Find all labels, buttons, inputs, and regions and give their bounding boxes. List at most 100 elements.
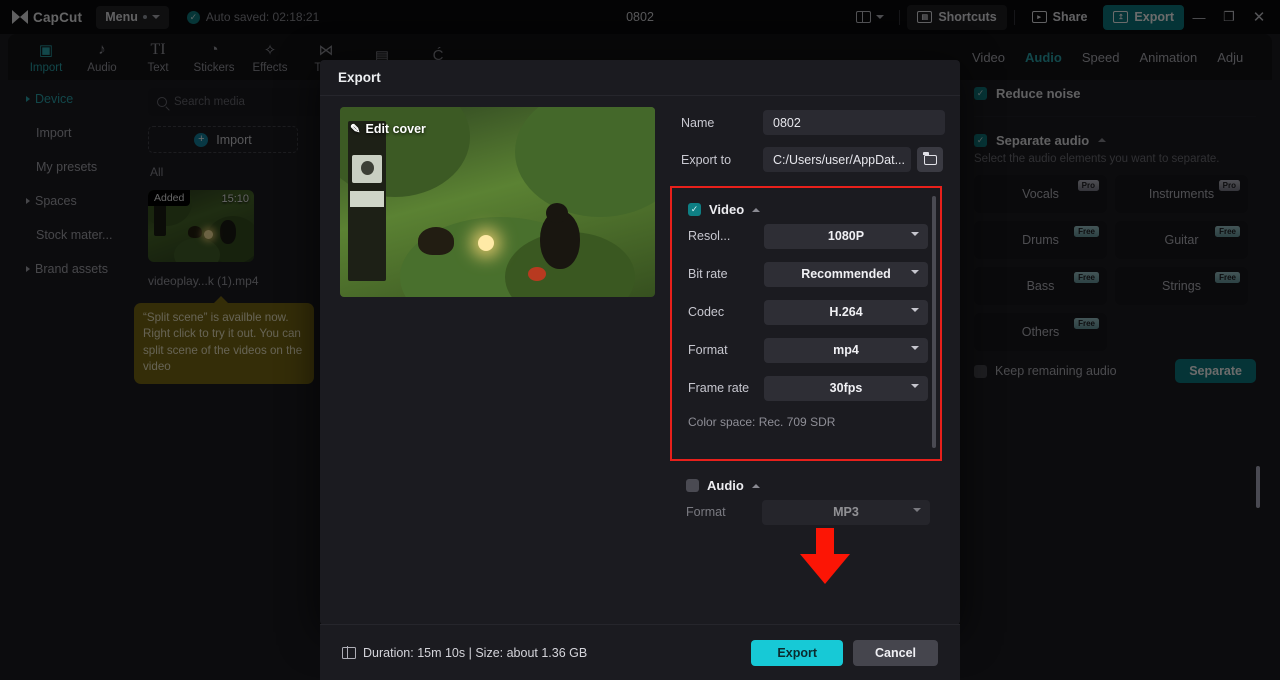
tab-text[interactable]: TI Text: [130, 41, 186, 74]
chip-label: Drums: [1022, 233, 1059, 247]
tab-audio[interactable]: ♪ Audio: [74, 41, 130, 74]
sidebar-item-stock-materials[interactable]: Stock mater...: [16, 220, 130, 250]
sidebar-item-label: My presets: [36, 160, 98, 174]
audio-checkbox[interactable]: [686, 479, 699, 492]
chip-bass[interactable]: Bass Free: [974, 267, 1107, 305]
sidebar-item-brand-assets[interactable]: Brand assets: [16, 254, 130, 284]
chip-others[interactable]: Others Free: [974, 313, 1107, 351]
sidebar-item-device[interactable]: Device: [16, 84, 130, 114]
caret-icon: [26, 198, 30, 204]
confirm-export-button[interactable]: Export: [751, 639, 843, 666]
chip-vocals[interactable]: Vocals Pro: [974, 175, 1107, 213]
edit-cover-button[interactable]: ✎ Edit cover: [350, 121, 426, 137]
sidebar-item-import[interactable]: Import: [16, 118, 130, 148]
framerate-label: Frame rate: [688, 381, 750, 395]
bitrate-row: Bit rate Recommended: [672, 255, 940, 293]
audio-format-value: MP3: [833, 505, 859, 519]
check-icon: ✓: [186, 10, 200, 24]
layout-button[interactable]: [848, 10, 892, 24]
keyboard-icon: ▤: [917, 11, 933, 23]
tab-adjust[interactable]: Adju: [1217, 50, 1243, 65]
settings-scrollbar-lower[interactable]: [1256, 466, 1260, 508]
search-placeholder: Search media: [174, 96, 245, 108]
keep-remaining-checkbox[interactable]: [974, 364, 987, 378]
sidebar-item-my-presets[interactable]: My presets: [16, 152, 130, 182]
chevron-down-icon: [911, 307, 919, 312]
chevron-up-icon[interactable]: [752, 207, 761, 212]
settings-scrollbar[interactable]: [932, 196, 936, 448]
bitrate-select[interactable]: Recommended: [764, 261, 928, 287]
split-scene-tooltip: “Split scene” is availble now. Right cli…: [134, 296, 314, 384]
tab-animation[interactable]: Animation: [1139, 50, 1197, 65]
framerate-select[interactable]: 30fps: [764, 375, 928, 401]
media-thumbnail[interactable]: Added 15:10: [148, 190, 254, 262]
sidebar-item-spaces[interactable]: Spaces: [16, 186, 130, 216]
sidebar-item-label: Brand assets: [35, 262, 108, 276]
tab-audio[interactable]: Audio: [1025, 50, 1062, 65]
import-label: Import: [216, 132, 252, 147]
chip-strings[interactable]: Strings Free: [1115, 267, 1248, 305]
video-checkbox[interactable]: ✓: [688, 203, 701, 216]
annotation-arrow-icon: [800, 528, 850, 584]
reduce-noise-row[interactable]: ✓ Reduce noise: [958, 80, 1272, 106]
menu-button[interactable]: Menu: [96, 5, 169, 29]
share-button[interactable]: ▸ Share: [1022, 5, 1098, 30]
tab-import[interactable]: ▣ Import: [18, 41, 74, 74]
name-label: Name: [681, 115, 715, 130]
sidebar-item-label: Device: [35, 92, 74, 106]
minimize-icon[interactable]: —: [1184, 0, 1214, 34]
chip-label: Others: [1021, 325, 1060, 339]
chip-label: Guitar: [1164, 233, 1199, 247]
reduce-noise-checkbox[interactable]: ✓: [974, 86, 987, 100]
tab-effects[interactable]: ✧ Effects: [242, 41, 298, 74]
close-icon[interactable]: ✕: [1244, 0, 1274, 34]
export-button[interactable]: ↥ Export: [1103, 4, 1184, 30]
resolution-value: 1080P: [827, 229, 865, 243]
separate-audio-checkbox[interactable]: ✓: [974, 133, 987, 147]
format-row: Format mp4: [672, 331, 940, 369]
pro-badge: Pro: [1218, 180, 1240, 191]
audio-format-select[interactable]: MP3: [762, 499, 930, 525]
capcut-logo-icon: [12, 10, 28, 24]
chip-drums[interactable]: Drums Free: [974, 221, 1107, 259]
audio-section-header[interactable]: Audio: [670, 478, 942, 493]
divider: [899, 9, 901, 25]
format-select[interactable]: mp4: [764, 337, 928, 363]
chip-instruments[interactable]: Instruments Pro: [1115, 175, 1248, 213]
separate-audio-row[interactable]: ✓ Separate audio: [958, 127, 1272, 153]
tab-speed[interactable]: Speed: [1082, 50, 1120, 65]
autosave-status: ✓ Auto saved: 02:18:21: [186, 10, 320, 24]
cancel-button[interactable]: Cancel: [853, 639, 938, 666]
chip-guitar[interactable]: Guitar Free: [1115, 221, 1248, 259]
edit-pencil-icon: ✎: [350, 122, 361, 136]
chip-label: Strings: [1162, 279, 1201, 293]
import-media-button[interactable]: + Import: [148, 126, 298, 153]
tab-stickers[interactable]: ◔ Stickers: [186, 41, 242, 74]
export-dialog-footer: Duration: 15m 10s | Size: about 1.36 GB …: [320, 624, 960, 680]
sidebar-item-label: Spaces: [35, 194, 77, 208]
effects-star-icon: ✧: [263, 41, 277, 59]
name-input[interactable]: 0802: [763, 110, 945, 135]
separate-button[interactable]: Separate: [1175, 359, 1256, 383]
share-label: Share: [1052, 10, 1088, 24]
export-dialog-title: Export: [320, 60, 960, 96]
chevron-down-icon: [913, 507, 921, 512]
maximize-icon[interactable]: ❐: [1214, 0, 1244, 34]
tab-video[interactable]: Video: [972, 50, 1005, 65]
chevron-down-icon: [911, 383, 919, 388]
tab-label: Stickers: [193, 61, 235, 74]
sidebar-item-label: Import: [36, 126, 72, 140]
codec-select[interactable]: H.264: [764, 299, 928, 325]
duration-size-info: Duration: 15m 10s | Size: about 1.36 GB: [363, 645, 588, 660]
shortcuts-button[interactable]: ▤ Shortcuts: [907, 4, 1007, 30]
cover-preview[interactable]: ✎ Edit cover: [340, 107, 655, 297]
free-badge: Free: [1215, 272, 1240, 283]
resolution-select[interactable]: 1080P: [764, 223, 928, 249]
browse-folder-button[interactable]: [917, 147, 943, 172]
autosave-label: Auto saved: 02:18:21: [205, 10, 320, 24]
chevron-up-icon[interactable]: [751, 483, 760, 488]
video-section-header[interactable]: ✓ Video: [672, 188, 940, 217]
chevron-up-icon[interactable]: [1098, 138, 1107, 142]
folder-icon: [923, 151, 937, 165]
export-path-input[interactable]: C:/Users/user/AppDat...: [763, 147, 911, 172]
